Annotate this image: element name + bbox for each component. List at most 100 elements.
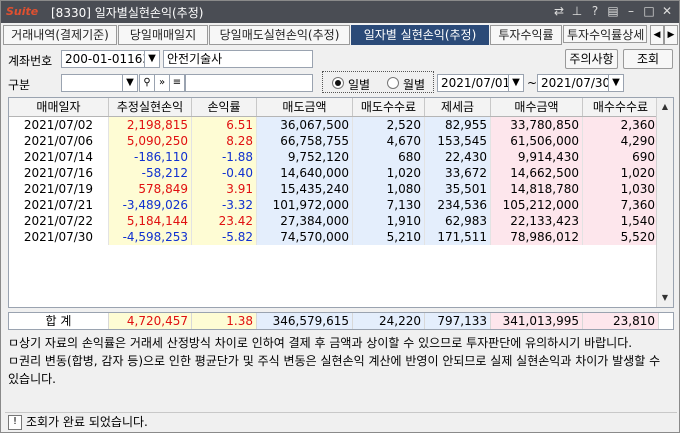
tab-daily-realized-pnl[interactable]: 일자별 실현손익(추정) bbox=[351, 25, 489, 45]
table-header: 매매일자 추정실현손익 손익률 매도금액 매도수수료 제세금 매수금액 매수수수… bbox=[9, 98, 659, 117]
close-icon[interactable]: ✕ bbox=[659, 3, 675, 20]
col-return-rate[interactable]: 손익률 bbox=[192, 98, 257, 116]
col-buy-amount[interactable]: 매수금액 bbox=[491, 98, 583, 116]
cell-tax: 171,511 bbox=[425, 229, 491, 245]
table-row[interactable]: 2021/07/19 578,849 3.91 15,435,240 1,080 35,5… bbox=[9, 181, 659, 197]
tab-today-sell-pnl[interactable]: 당일매도실현손익(추정) bbox=[209, 25, 350, 45]
total-row-spacer bbox=[659, 313, 673, 329]
total-pnl: 4,720,457 bbox=[109, 313, 192, 329]
total-buy: 341,013,995 bbox=[491, 313, 583, 329]
cell-sell-fee: 1,910 bbox=[353, 213, 425, 229]
cell-pnl: -186,110 bbox=[109, 149, 192, 165]
daily-radio-label[interactable]: 일별 bbox=[348, 76, 370, 93]
col-tax[interactable]: 제세금 bbox=[425, 98, 491, 116]
pin-icon[interactable]: ⊥ bbox=[569, 3, 585, 20]
col-sell-fee[interactable]: 매도수수료 bbox=[353, 98, 425, 116]
table-row[interactable]: 2021/07/16 -58,212 -0.40 14,640,000 1,020 33,… bbox=[9, 165, 659, 181]
cell-sell: 14,640,000 bbox=[257, 165, 353, 181]
vertical-scrollbar[interactable]: ▲ ▼ bbox=[656, 98, 673, 307]
cell-buy: 22,133,423 bbox=[491, 213, 583, 229]
total-buy-fee: 23,810 bbox=[583, 313, 659, 329]
tab-next-arrow-icon[interactable]: ▶ bbox=[664, 25, 678, 45]
scroll-up-icon[interactable]: ▲ bbox=[657, 99, 673, 115]
cell-buy-fee: 1,540 bbox=[583, 213, 659, 229]
tab-transaction-history[interactable]: 거래내역(결제기준) bbox=[3, 25, 117, 45]
cell-sell-fee: 7,130 bbox=[353, 197, 425, 213]
cell-buy-fee: 1,030 bbox=[583, 181, 659, 197]
next-arrow-icon[interactable]: » bbox=[154, 74, 170, 92]
monthly-radio-label[interactable]: 월별 bbox=[403, 76, 425, 93]
cell-date: 2021/07/19 bbox=[9, 181, 109, 197]
date-from-calendar-icon[interactable]: ▼ bbox=[508, 74, 524, 92]
notice-button[interactable]: 주의사항 bbox=[565, 49, 618, 69]
cell-sell-fee: 2,520 bbox=[353, 117, 425, 133]
cell-sell: 27,384,000 bbox=[257, 213, 353, 229]
info-exclamation-icon: ! bbox=[8, 415, 22, 430]
cell-pnl: -58,212 bbox=[109, 165, 192, 181]
table-row[interactable]: 2021/07/06 5,090,250 8.28 66,758,755 4,670 15… bbox=[9, 133, 659, 149]
table-row[interactable]: 2021/07/14 -186,110 -1.88 9,752,120 680 22,43… bbox=[9, 149, 659, 165]
tab-label: 투자수익률 bbox=[498, 28, 554, 42]
print-icon[interactable]: ▤ bbox=[605, 3, 621, 20]
cell-date: 2021/07/22 bbox=[9, 213, 109, 229]
monthly-radio[interactable] bbox=[387, 77, 399, 89]
query-button[interactable]: 조회 bbox=[623, 49, 673, 69]
list-icon[interactable]: ≡ bbox=[169, 74, 185, 92]
total-sell: 346,579,615 bbox=[257, 313, 353, 329]
maximize-icon[interactable]: □ bbox=[641, 3, 657, 20]
cell-buy-fee: 2,360 bbox=[583, 117, 659, 133]
link-icon[interactable]: ⇄ bbox=[551, 3, 567, 20]
cell-pnl: -3,489,026 bbox=[109, 197, 192, 213]
table-row[interactable]: 2021/07/30 -4,598,253 -5.82 74,570,000 5,210… bbox=[9, 229, 659, 245]
table-row[interactable]: 2021/07/22 5,184,144 23.42 27,384,000 1,910 6… bbox=[9, 213, 659, 229]
app-logo: Suite bbox=[6, 5, 39, 18]
window-controls: ⇄ ⊥ ? ▤ – □ ✕ bbox=[551, 3, 675, 20]
cell-buy-fee: 5,520 bbox=[583, 229, 659, 245]
tab-label: 일자별 실현손익(추정) bbox=[363, 28, 477, 42]
cell-pnl: 2,198,815 bbox=[109, 117, 192, 133]
date-to-value: 2021/07/30 bbox=[541, 76, 611, 90]
date-from-value: 2021/07/01 bbox=[441, 76, 511, 90]
realized-pnl-table: 매매일자 추정실현손익 손익률 매도금액 매도수수료 제세금 매수금액 매수수수… bbox=[8, 97, 674, 308]
title-bar[interactable]: Suite [8330] 일자별실현손익(추정) ⇄ ⊥ ? ▤ – □ ✕ bbox=[1, 1, 679, 23]
cell-rate: -0.40 bbox=[192, 165, 257, 181]
cell-buy: 14,818,780 bbox=[491, 181, 583, 197]
cell-sell: 66,758,755 bbox=[257, 133, 353, 149]
cell-tax: 33,672 bbox=[425, 165, 491, 181]
col-sell-amount[interactable]: 매도금액 bbox=[257, 98, 353, 116]
table-row[interactable]: 2021/07/02 2,198,815 6.51 36,067,500 2,520 82… bbox=[9, 117, 659, 133]
tab-label: 당일매도실현손익(추정) bbox=[219, 28, 340, 42]
cell-tax: 35,501 bbox=[425, 181, 491, 197]
scroll-down-icon[interactable]: ▼ bbox=[657, 290, 673, 306]
account-dropdown-icon[interactable]: ▼ bbox=[144, 50, 160, 68]
total-sell-fee: 24,220 bbox=[353, 313, 425, 329]
table-row[interactable]: 2021/07/21 -3,489,026 -3.32 101,972,000 7,13… bbox=[9, 197, 659, 213]
col-estimated-pnl[interactable]: 추정실현손익 bbox=[109, 98, 192, 116]
minimize-icon[interactable]: – bbox=[623, 3, 639, 20]
note-2: ㅁ권리 변동(합병, 감자 등)으로 인한 평균단가 및 주식 변동은 실현손익… bbox=[8, 354, 661, 386]
date-to-calendar-icon[interactable]: ▼ bbox=[608, 74, 624, 92]
cell-buy: 105,212,000 bbox=[491, 197, 583, 213]
search-icon[interactable]: ⚲ bbox=[139, 74, 155, 92]
cell-buy: 9,914,430 bbox=[491, 149, 583, 165]
main-window: Suite [8330] 일자별실현손익(추정) ⇄ ⊥ ? ▤ – □ ✕ 거… bbox=[0, 0, 680, 433]
stock-code-dropdown-icon[interactable]: ▼ bbox=[122, 74, 138, 92]
cell-buy: 14,662,500 bbox=[491, 165, 583, 181]
daily-radio[interactable] bbox=[332, 77, 344, 89]
cell-rate: -3.32 bbox=[192, 197, 257, 213]
tab-bar: 거래내역(결제기준) 당일매매일지 당일매도실현손익(추정) 일자별 실현손익(… bbox=[3, 25, 679, 45]
help-icon[interactable]: ? bbox=[587, 3, 603, 20]
col-trade-date[interactable]: 매매일자 bbox=[9, 98, 109, 116]
tab-return-rate[interactable]: 투자수익률 bbox=[490, 25, 562, 45]
cell-buy-fee: 690 bbox=[583, 149, 659, 165]
cell-sell: 101,972,000 bbox=[257, 197, 353, 213]
col-buy-fee[interactable]: 매수수수료 bbox=[583, 98, 659, 116]
tab-daily-trading-log[interactable]: 당일매매일지 bbox=[118, 25, 208, 45]
cell-tax: 82,955 bbox=[425, 117, 491, 133]
cell-buy-fee: 4,290 bbox=[583, 133, 659, 149]
cell-tax: 62,983 bbox=[425, 213, 491, 229]
cell-date: 2021/07/30 bbox=[9, 229, 109, 245]
tab-prev-arrow-icon[interactable]: ◀ bbox=[650, 25, 664, 45]
tab-return-rate-detail[interactable]: 투자수익률상세 bbox=[563, 25, 647, 43]
cell-rate: 3.91 bbox=[192, 181, 257, 197]
